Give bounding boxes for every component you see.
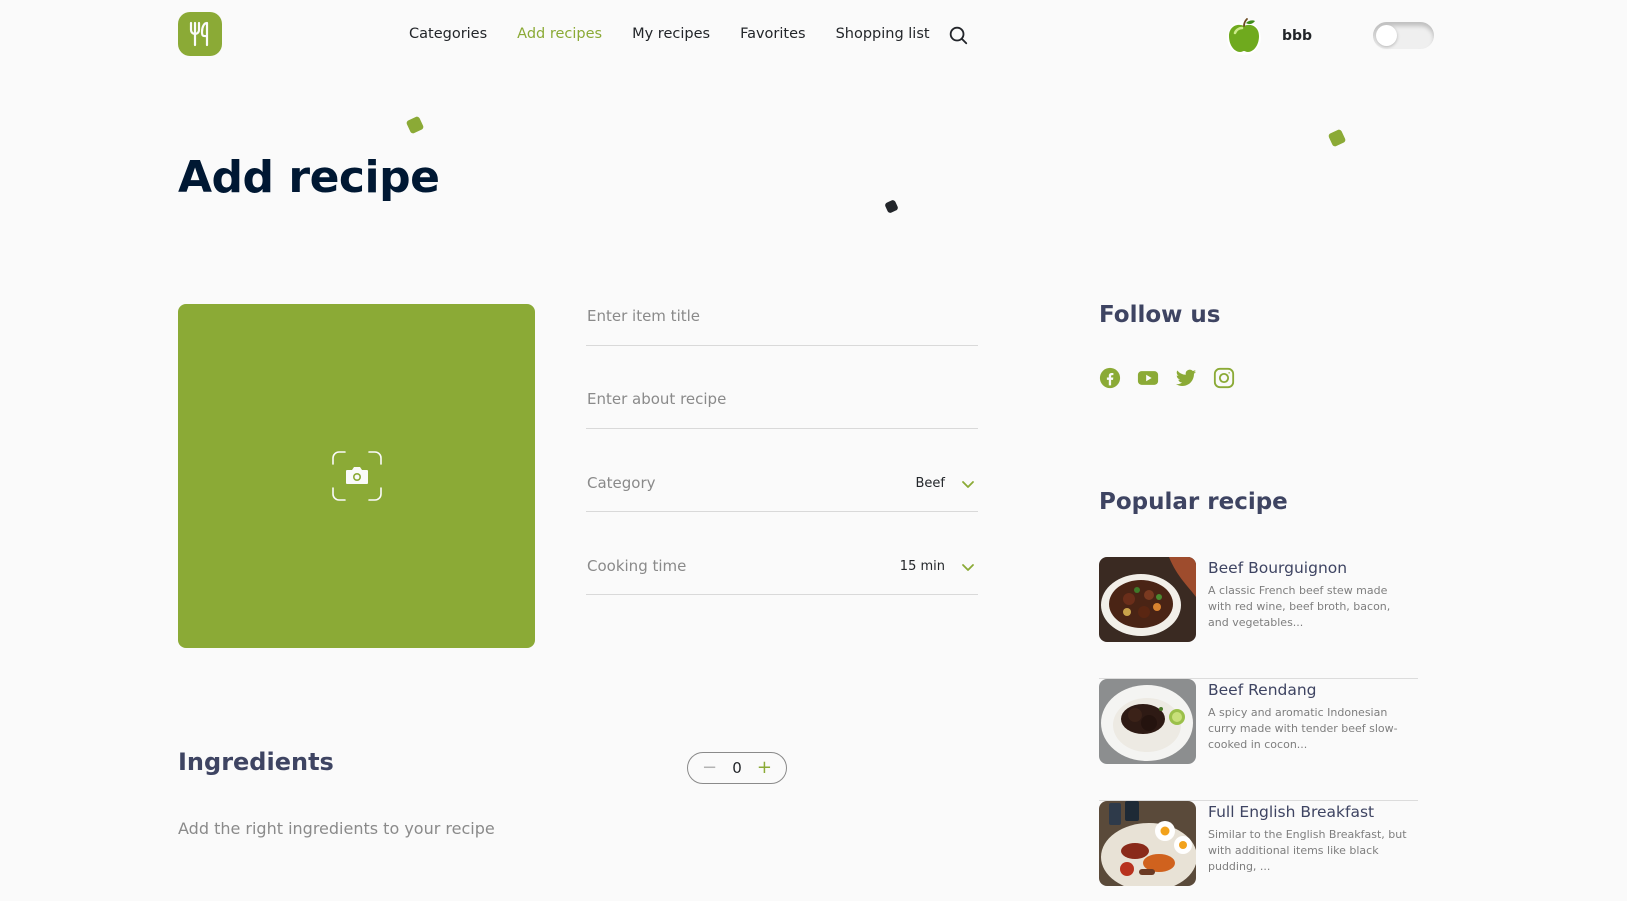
category-label: Category — [587, 474, 656, 492]
facebook-icon[interactable] — [1099, 367, 1121, 389]
recipe-name: Beef Rendang — [1208, 681, 1317, 699]
page-title: Add recipe — [178, 152, 440, 203]
nav-favorites[interactable]: Favorites — [740, 26, 806, 42]
ingredients-title: Ingredients — [178, 748, 334, 776]
toggle-knob — [1376, 25, 1397, 46]
nav-shopping-list[interactable]: Shopping list — [836, 26, 930, 42]
ingredients-count: 0 — [732, 759, 742, 777]
category-select[interactable]: Beef — [916, 471, 979, 491]
recipe-image — [1099, 679, 1196, 764]
popular-recipe-item[interactable]: Beef Rendang A spicy and aromatic Indone… — [1099, 679, 1418, 801]
cooking-time-label: Cooking time — [587, 557, 687, 575]
recipe-name: Full English Breakfast — [1208, 803, 1375, 821]
follow-title: Follow us — [1099, 302, 1221, 328]
decor-square — [405, 115, 425, 135]
search-button[interactable] — [947, 24, 969, 46]
cooking-time-value: 15 min — [899, 559, 945, 574]
chevron-down-icon — [962, 480, 974, 488]
recipe-image — [1099, 557, 1196, 642]
category-value: Beef — [915, 476, 946, 491]
cooking-time-select[interactable]: 15 min — [900, 554, 978, 574]
fork-knife-icon — [189, 21, 209, 47]
recipe-description: A spicy and aromatic Indonesian curry ma… — [1208, 706, 1398, 751]
main-nav: Categories Add recipes My recipes Favori… — [409, 26, 930, 42]
recipe-description: A classic French beef stew made with red… — [1208, 584, 1391, 629]
nav-my-recipes[interactable]: My recipes — [632, 26, 710, 42]
recipe-name: Beef Bourguignon — [1208, 559, 1348, 577]
user-menu[interactable]: bbb — [1224, 16, 1312, 56]
chevron-down-icon — [962, 563, 974, 571]
recipe-description: Similar to the English Breakfast, but wi… — [1208, 828, 1407, 873]
category-field: Category Beef — [586, 469, 978, 512]
cooking-time-field: Cooking time 15 min — [586, 552, 978, 595]
title-input[interactable] — [586, 305, 978, 325]
about-input[interactable] — [586, 388, 978, 408]
image-upload[interactable] — [178, 304, 535, 648]
instagram-icon[interactable] — [1213, 367, 1235, 389]
camera-icon — [331, 451, 382, 501]
decor-square — [884, 199, 899, 214]
ingredients-hint: Add the right ingredients to your recipe — [178, 819, 495, 838]
avatar — [1227, 18, 1261, 55]
social-links — [1099, 367, 1235, 389]
popular-recipe-item[interactable]: Full English Breakfast Similar to the En… — [1099, 801, 1418, 901]
youtube-icon[interactable] — [1137, 367, 1159, 389]
ingredients-stepper: − 0 + — [687, 752, 787, 784]
decor-square — [1327, 128, 1347, 148]
nav-categories[interactable]: Categories — [409, 26, 487, 42]
decrement-button[interactable]: − — [702, 759, 717, 777]
increment-button[interactable]: + — [757, 759, 772, 777]
title-field — [586, 303, 978, 346]
logo[interactable] — [178, 12, 222, 56]
popular-title: Popular recipe — [1099, 489, 1288, 515]
about-field — [586, 386, 978, 429]
popular-recipe-item[interactable]: Beef Bourguignon A classic French beef s… — [1099, 557, 1418, 679]
recipe-image — [1099, 801, 1196, 886]
theme-toggle[interactable] — [1373, 22, 1434, 49]
twitter-icon[interactable] — [1175, 367, 1197, 389]
user-name: bbb — [1282, 28, 1313, 44]
search-icon — [949, 26, 968, 45]
nav-add-recipes[interactable]: Add recipes — [517, 26, 602, 42]
